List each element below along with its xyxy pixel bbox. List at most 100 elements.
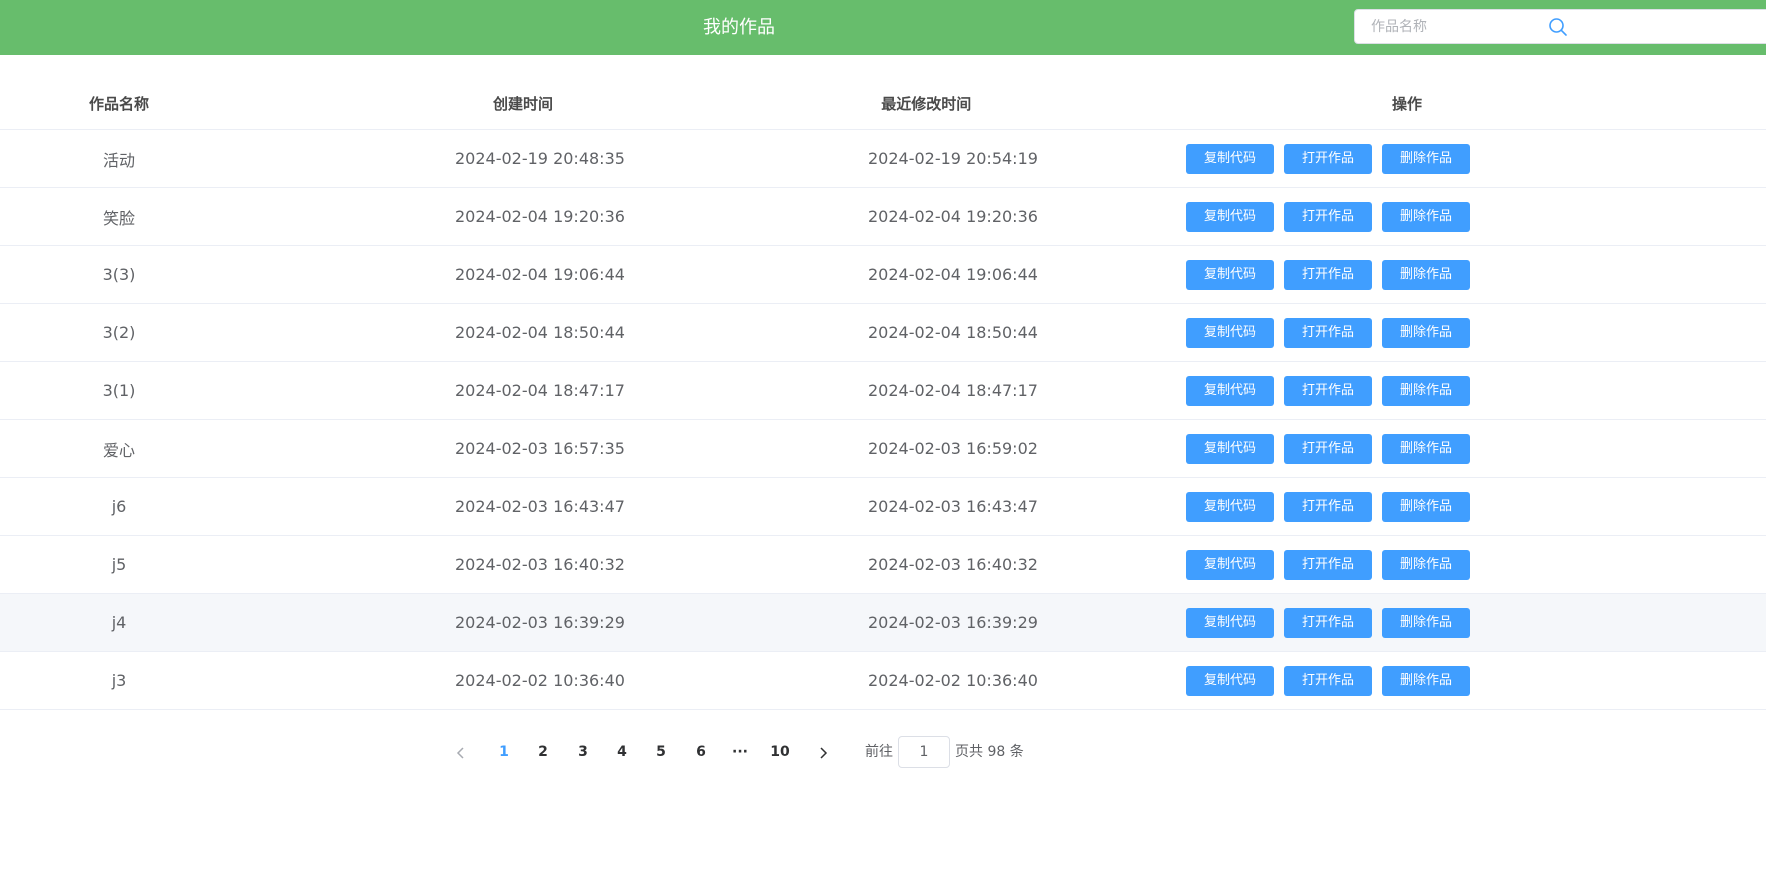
cell-created: 2024-02-04 19:06:44 [455,264,625,284]
cell-created: 2024-02-03 16:39:29 [455,612,625,632]
cell-name: 3(2) [0,303,238,362]
goto-page-input[interactable] [898,736,950,768]
cell-created: 2024-02-04 19:20:36 [455,206,625,226]
delete-work-button[interactable]: 删除作品 [1382,201,1470,232]
table-row: 3(2) 2024-02-04 18:50:44 2024-02-04 18:5… [0,303,1766,362]
action-group: 复制代码 打开作品 删除作品 [977,433,1679,464]
page-1[interactable]: 1 [489,736,519,768]
copy-code-button[interactable]: 复制代码 [1186,607,1274,638]
cell-name: j3 [0,651,238,710]
header-name: 作品名称 [0,77,238,130]
action-group: 复制代码 打开作品 删除作品 [977,375,1679,406]
works-table: 作品名称 创建时间 最近修改时间 操作 活动 2024-02-19 20:48:… [0,77,1766,710]
open-work-button[interactable]: 打开作品 [1284,317,1372,348]
cell-actions: 复制代码 打开作品 删除作品 [1064,303,1766,362]
cell-actions: 复制代码 打开作品 删除作品 [1064,419,1766,478]
cell-actions: 复制代码 打开作品 删除作品 [1064,651,1766,710]
header-created-label: 创建时间 [493,94,554,113]
page-4[interactable]: 4 [607,736,637,768]
table-row: j5 2024-02-03 16:40:32 2024-02-03 16:40:… [0,535,1766,594]
open-work-button[interactable]: 打开作品 [1284,375,1372,406]
copy-code-button[interactable]: 复制代码 [1186,549,1274,580]
cell-name: j6 [0,477,238,536]
page-2[interactable]: 2 [528,736,558,768]
action-group: 复制代码 打开作品 删除作品 [977,143,1679,174]
table-body: 活动 2024-02-19 20:48:35 2024-02-19 20:54:… [0,129,1766,710]
table-header-row: 作品名称 创建时间 最近修改时间 操作 [0,77,1766,130]
page-title: 我的作品 [703,17,775,38]
copy-code-button[interactable]: 复制代码 [1186,665,1274,696]
open-work-button[interactable]: 打开作品 [1284,665,1372,696]
cell-created: 2024-02-04 18:50:44 [455,322,625,342]
action-group: 复制代码 打开作品 删除作品 [977,201,1679,232]
table-row: j3 2024-02-02 10:36:40 2024-02-02 10:36:… [0,651,1766,710]
page-10[interactable]: 10 [763,736,797,768]
cell-times: 2024-02-03 16:40:32 2024-02-03 16:40:32 [238,535,1064,594]
copy-code-button[interactable]: 复制代码 [1186,375,1274,406]
open-work-button[interactable]: 打开作品 [1284,259,1372,290]
header-created: 创建时间 最近修改时间 [238,77,1064,130]
total-text: 页共 98 条 [955,744,1024,760]
page-3[interactable]: 3 [568,736,598,768]
open-work-button[interactable]: 打开作品 [1284,607,1372,638]
delete-work-button[interactable]: 删除作品 [1382,607,1470,638]
delete-work-button[interactable]: 删除作品 [1382,665,1470,696]
cell-name: j5 [0,535,238,594]
page-ellipsis[interactable]: ··· [725,736,755,768]
cell-actions: 复制代码 打开作品 删除作品 [1064,593,1766,652]
cell-times: 2024-02-03 16:57:35 2024-02-03 16:59:02 [238,419,1064,478]
copy-code-button[interactable]: 复制代码 [1186,201,1274,232]
search-icon[interactable] [1548,17,1568,37]
cell-name: j4 [0,593,238,652]
chevron-right-icon[interactable] [808,736,838,768]
open-work-button[interactable]: 打开作品 [1284,201,1372,232]
delete-work-button[interactable]: 删除作品 [1382,491,1470,522]
copy-code-button[interactable]: 复制代码 [1186,491,1274,522]
chevron-left-icon[interactable] [446,736,476,768]
cell-times: 2024-02-04 18:47:17 2024-02-04 18:47:17 [238,361,1064,420]
cell-times: 2024-02-04 19:06:44 2024-02-04 19:06:44 [238,245,1064,304]
delete-work-button[interactable]: 删除作品 [1382,433,1470,464]
search-box[interactable] [1354,9,1766,44]
open-work-button[interactable]: 打开作品 [1284,549,1372,580]
copy-code-button[interactable]: 复制代码 [1186,433,1274,464]
open-work-button[interactable]: 打开作品 [1284,143,1372,174]
cell-created: 2024-02-02 10:36:40 [455,670,625,690]
copy-code-button[interactable]: 复制代码 [1186,143,1274,174]
action-group: 复制代码 打开作品 删除作品 [977,491,1679,522]
action-group: 复制代码 打开作品 删除作品 [977,607,1679,638]
cell-name: 3(1) [0,361,238,420]
search-input[interactable] [1355,10,1551,43]
cell-created: 2024-02-03 16:57:35 [455,438,625,458]
header-modified-label: 最近修改时间 [881,94,972,113]
cell-actions: 复制代码 打开作品 删除作品 [1064,535,1766,594]
action-group: 复制代码 打开作品 删除作品 [977,665,1679,696]
open-work-button[interactable]: 打开作品 [1284,433,1372,464]
copy-code-button[interactable]: 复制代码 [1186,259,1274,290]
action-group: 复制代码 打开作品 删除作品 [977,317,1679,348]
open-work-button[interactable]: 打开作品 [1284,491,1372,522]
cell-created: 2024-02-19 20:48:35 [455,148,625,168]
delete-work-button[interactable]: 删除作品 [1382,549,1470,580]
action-group: 复制代码 打开作品 删除作品 [977,549,1679,580]
page-5[interactable]: 5 [646,736,676,768]
delete-work-button[interactable]: 删除作品 [1382,317,1470,348]
delete-work-button[interactable]: 删除作品 [1382,375,1470,406]
cell-created: 2024-02-03 16:43:47 [455,496,625,516]
header-actions-label: 操作 [1391,94,1422,113]
table-row: j4 2024-02-03 16:39:29 2024-02-03 16:39:… [0,593,1766,652]
table-row: 3(1) 2024-02-04 18:47:17 2024-02-04 18:4… [0,361,1766,420]
cell-name: 爱心 [0,419,238,478]
header-actions: 操作 [1064,77,1766,130]
cell-times: 2024-02-03 16:39:29 2024-02-03 16:39:29 [238,593,1064,652]
cell-times: 2024-02-04 19:20:36 2024-02-04 19:20:36 [238,187,1064,246]
cell-times: 2024-02-03 16:43:47 2024-02-03 16:43:47 [238,477,1064,536]
table-row: 爱心 2024-02-03 16:57:35 2024-02-03 16:59:… [0,419,1766,478]
cell-times: 2024-02-02 10:36:40 2024-02-02 10:36:40 [238,651,1064,710]
delete-work-button[interactable]: 删除作品 [1382,259,1470,290]
copy-code-button[interactable]: 复制代码 [1186,317,1274,348]
cell-actions: 复制代码 打开作品 删除作品 [1064,187,1766,246]
page-6[interactable]: 6 [686,736,716,768]
pagination: 1 2 3 4 5 6 ··· 10 前往 页共 98 条 [0,736,1766,768]
delete-work-button[interactable]: 删除作品 [1382,143,1470,174]
